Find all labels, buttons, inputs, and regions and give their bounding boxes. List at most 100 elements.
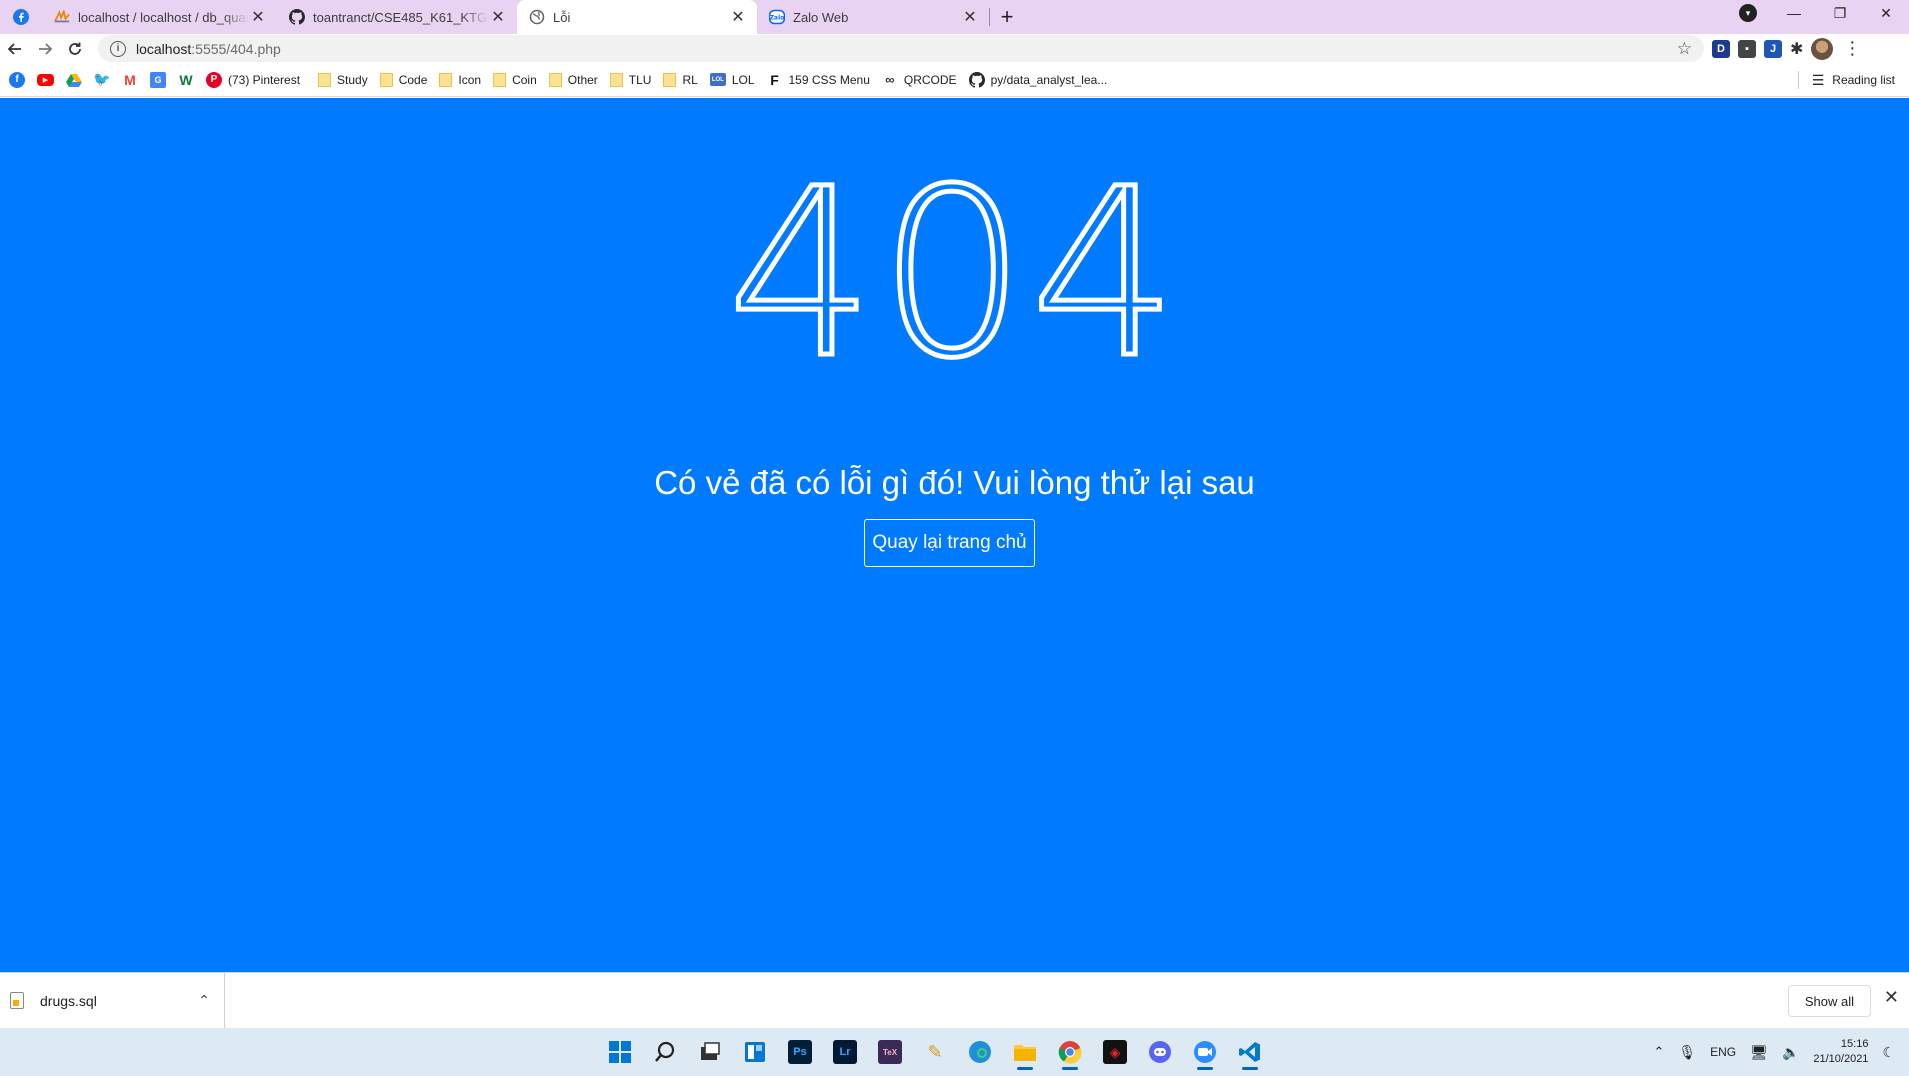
bookmark-youtube[interactable]: ▶ <box>31 66 60 94</box>
window-controls: — ❐ ✕ <box>1771 0 1909 26</box>
error-message: Có vẻ đã có lỗi gì đó! Vui lòng thử lại … <box>654 464 1255 501</box>
bookmark-css-menu[interactable]: F 159 CSS Menu <box>761 66 876 94</box>
bookmark-folder-rl[interactable]: RL <box>657 66 703 94</box>
bookmark-label: Study <box>337 72 368 87</box>
jira-extension-icon[interactable]: J <box>1764 39 1782 58</box>
download-item[interactable]: drugs.sql ⌃ <box>0 972 225 1029</box>
chevron-up-icon[interactable]: ⌃ <box>198 992 210 1009</box>
tab-localhost[interactable]: localhost / localhost / db_quanlythuoc |… <box>42 0 277 34</box>
close-window-button[interactable]: ✕ <box>1863 5 1909 22</box>
folder-icon <box>663 72 677 87</box>
reading-list-button[interactable]: ☰ Reading list <box>1812 63 1895 97</box>
back-arrow-icon <box>7 42 21 55</box>
folder-icon <box>439 72 453 87</box>
running-indicator <box>1062 1067 1078 1070</box>
reading-list-icon: ☰ <box>1811 71 1825 88</box>
bookmark-gmail[interactable]: M <box>116 66 144 94</box>
feather-icon[interactable]: ✎ <box>916 1032 954 1072</box>
volume-icon[interactable]: 🔈 <box>1782 1044 1799 1061</box>
close-tab-icon[interactable]: ✕ <box>489 8 507 26</box>
discord-icon[interactable] <box>1141 1032 1179 1072</box>
reload-button[interactable] <box>60 34 90 63</box>
search-icon[interactable] <box>646 1032 684 1072</box>
bookmark-label: Coin <box>512 72 537 87</box>
bookmark-folder-icon[interactable]: Icon <box>433 66 487 94</box>
lightroom-icon[interactable]: Lr <box>826 1032 864 1072</box>
bookmark-github[interactable]: py/data_analyst_lea... <box>963 66 1114 94</box>
close-tab-icon[interactable]: ✕ <box>729 8 747 26</box>
tab-error[interactable]: Lỗi ✕ <box>517 0 757 34</box>
bookmark-wordtune[interactable]: W <box>172 66 200 94</box>
tab-search-icon[interactable]: ▾ <box>1739 4 1757 22</box>
css-menu-icon: F <box>770 71 779 88</box>
bookmark-drive[interactable] <box>60 66 88 94</box>
error-page: 404 Có vẻ đã có lỗi gì đó! Vui lòng thử … <box>0 98 1909 972</box>
bookmark-folder-code[interactable]: Code <box>374 66 434 94</box>
task-view-icon[interactable] <box>691 1032 729 1072</box>
menu-kebab-icon[interactable]: ⋮ <box>1843 38 1861 59</box>
close-shelf-icon[interactable]: ✕ <box>1884 987 1899 1008</box>
bookmark-qrcode[interactable]: ∞ QRCODE <box>876 66 963 94</box>
profile-avatar[interactable] <box>1811 37 1834 60</box>
close-tab-icon[interactable]: ✕ <box>961 8 979 26</box>
new-tab-button[interactable]: + <box>990 0 1024 34</box>
clock[interactable]: 15:16 21/10/2021 <box>1813 1037 1868 1067</box>
windows-start-icon[interactable] <box>601 1032 639 1072</box>
gmail-icon: M <box>124 71 136 88</box>
bookmark-label: TLU <box>628 72 652 87</box>
photoshop-icon[interactable]: Ps <box>781 1032 819 1072</box>
url-host: localhost <box>136 40 192 57</box>
file-explorer-icon[interactable] <box>1006 1032 1044 1072</box>
github-icon <box>289 9 305 25</box>
dashlane-extension-icon[interactable]: D <box>1712 39 1730 58</box>
zoom-icon[interactable] <box>1186 1032 1224 1072</box>
bookmark-twitter[interactable]: 🐦 <box>88 66 116 94</box>
facebook-icon[interactable] <box>13 9 29 25</box>
minimize-button[interactable]: — <box>1771 5 1817 21</box>
bookmark-folder-study[interactable]: Study <box>312 66 374 94</box>
chevron-up-icon[interactable]: ⌃ <box>1653 1044 1664 1060</box>
qrcode-icon: ∞ <box>885 72 895 87</box>
microphone-icon[interactable]: 🎙 <box>1678 1044 1696 1061</box>
bookmark-translate[interactable]: G <box>144 66 172 94</box>
bookmark-folder-tlu[interactable]: TLU <box>604 66 658 94</box>
vscode-icon[interactable] <box>1231 1032 1269 1072</box>
running-indicator <box>1197 1067 1213 1070</box>
extension-icon[interactable]: ▪ <box>1738 39 1756 58</box>
tab-title: toantranct/CSE485_K61_KTGK_1951061101 <box>313 9 489 25</box>
reading-list-divider <box>1798 71 1799 89</box>
chrome-icon[interactable] <box>1051 1032 1089 1072</box>
back-home-button[interactable]: Quay lại trang chủ <box>864 519 1035 567</box>
back-button[interactable] <box>0 34 30 63</box>
pinterest-icon: P <box>206 71 222 88</box>
bookmark-label: Other <box>567 72 598 87</box>
puzzle-extensions-icon[interactable]: ✱ <box>1790 39 1803 59</box>
bookmark-facebook[interactable]: f <box>3 66 31 94</box>
widgets-icon[interactable] <box>736 1032 774 1072</box>
bookmark-folder-other[interactable]: Other <box>543 66 604 94</box>
globe-icon <box>529 9 545 25</box>
forward-button[interactable] <box>30 34 60 63</box>
restore-button[interactable]: ❐ <box>1817 5 1863 22</box>
edge-icon[interactable] <box>961 1032 999 1072</box>
tex-icon[interactable]: TeX <box>871 1032 909 1072</box>
tab-phpmyadmin[interactable] <box>0 0 42 34</box>
garena-icon[interactable]: ◈ <box>1096 1032 1134 1072</box>
language-indicator[interactable]: ENG <box>1710 1045 1736 1059</box>
bookmark-star-icon[interactable]: ☆ <box>1677 39 1692 59</box>
network-icon[interactable]: 🖥 <box>1750 1044 1768 1061</box>
close-tab-icon[interactable]: ✕ <box>249 8 267 26</box>
address-bar[interactable]: i localhost:5555/404.php ☆ <box>98 35 1704 62</box>
tab-github[interactable]: toantranct/CSE485_K61_KTGK_1951061101 ✕ <box>277 0 517 34</box>
file-icon <box>10 992 24 1009</box>
bookmark-folder-coin[interactable]: Coin <box>487 66 543 94</box>
tab-zalo[interactable]: Zalo Zalo Web ✕ <box>757 0 989 34</box>
site-info-icon[interactable]: i <box>110 40 126 57</box>
folder-icon <box>318 72 332 87</box>
focus-assist-icon[interactable]: ☾ <box>1882 1044 1895 1061</box>
forward-arrow-icon <box>39 42 53 55</box>
show-all-button[interactable]: Show all <box>1787 985 1871 1017</box>
tab-title: localhost / localhost / db_quanlythuoc |… <box>78 9 249 25</box>
bookmark-lol[interactable]: LOL LOL <box>704 66 761 94</box>
bookmark-pinterest[interactable]: P (73) Pinterest <box>200 66 306 94</box>
